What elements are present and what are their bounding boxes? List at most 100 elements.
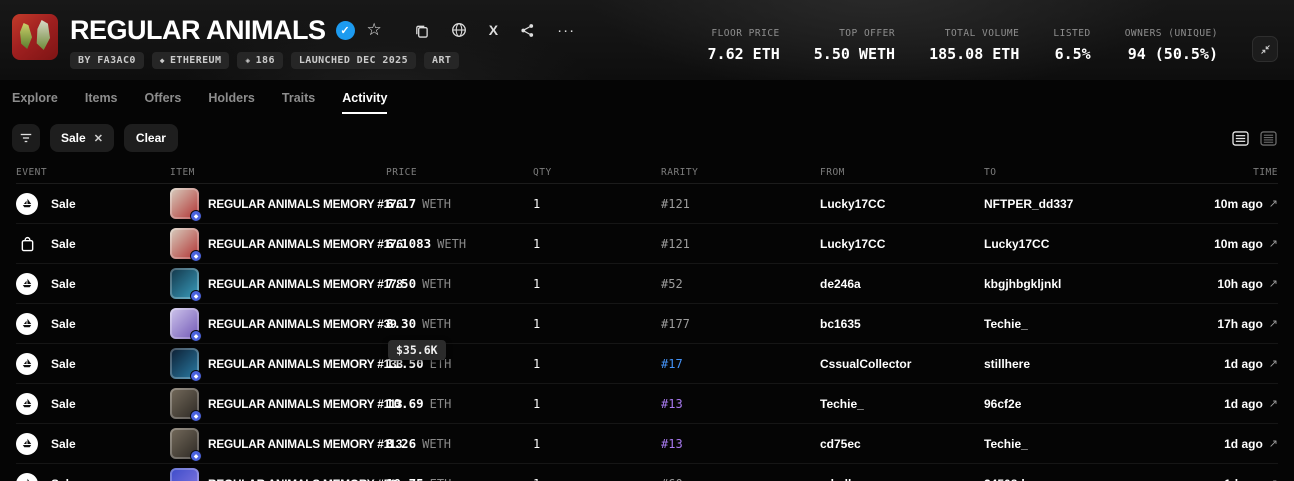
table-row[interactable]: Sale ◆ REGULAR ANIMALS MEMORY #39 8.30 W… [16, 304, 1278, 344]
quantity: 1 [533, 237, 661, 251]
rarity-rank[interactable]: #60 [661, 477, 820, 481]
item-cell[interactable]: ◆ REGULAR ANIMALS MEMORY #176 [170, 228, 386, 259]
time-cell[interactable]: 1d ago ↗ [1184, 437, 1278, 451]
item-cell[interactable]: ◆ REGULAR ANIMALS MEMORY #39 [170, 308, 386, 339]
watchlist-star-icon[interactable]: ☆ [367, 20, 382, 40]
item-name[interactable]: REGULAR ANIMALS MEMORY #133 [208, 357, 403, 371]
table-row[interactable]: Sale ◆ REGULAR ANIMALS MEMORY #176 6.17 … [16, 184, 1278, 224]
share-icon[interactable] [520, 23, 535, 38]
stat-top-offer: TOP OFFER 5.50 WETH [814, 28, 895, 63]
table-row[interactable]: Sale ◆ REGULAR ANIMALS MEMORY #178 7.50 … [16, 264, 1278, 304]
item-cell[interactable]: ◆ REGULAR ANIMALS MEMORY #113 [170, 388, 386, 419]
eth-chain-badge-icon: ◆ [190, 450, 202, 462]
time-cell[interactable]: 10h ago ↗ [1184, 277, 1278, 291]
to-address[interactable]: kbgjhbgkljnkl [984, 277, 1184, 291]
remove-filter-icon[interactable]: ✕ [94, 132, 103, 145]
to-address[interactable]: Techie_ [984, 437, 1184, 451]
col-header-qty: QTY [533, 167, 661, 178]
time-cell[interactable]: 17h ago ↗ [1184, 317, 1278, 331]
eth-chain-badge-icon: ◆ [190, 330, 202, 342]
tab-items[interactable]: Items [85, 82, 118, 114]
from-address[interactable]: Techie_ [820, 397, 984, 411]
tab-holders[interactable]: Holders [208, 82, 255, 114]
item-thumbnail: ◆ [170, 228, 199, 259]
time-cell[interactable]: 1d ago ↗ [1184, 477, 1278, 481]
item-name[interactable]: REGULAR ANIMALS MEMORY #50 [208, 477, 396, 481]
category-badge[interactable]: ART [424, 52, 459, 69]
compact-view-icon[interactable] [1258, 128, 1278, 148]
website-globe-icon[interactable] [451, 22, 467, 38]
chain-badge[interactable]: ◆ETHEREUM [152, 52, 230, 69]
list-view-icon[interactable] [1230, 128, 1250, 148]
time-cell[interactable]: 10m ago ↗ [1184, 237, 1278, 251]
event-label: Sale [51, 237, 76, 251]
time-cell[interactable]: 1d ago ↗ [1184, 357, 1278, 371]
item-cell[interactable]: ◆ REGULAR ANIMALS MEMORY #113 [170, 428, 386, 459]
tab-offers[interactable]: Offers [145, 82, 182, 114]
collapse-header-button[interactable] [1252, 36, 1278, 62]
item-name[interactable]: REGULAR ANIMALS MEMORY #39 [208, 317, 396, 331]
item-name[interactable]: REGULAR ANIMALS MEMORY #176 [208, 197, 403, 211]
stat-total-volume: TOTAL VOLUME 185.08 ETH [929, 28, 1019, 63]
to-address[interactable]: 24508d [984, 477, 1184, 481]
item-name[interactable]: REGULAR ANIMALS MEMORY #178 [208, 277, 403, 291]
table-row[interactable]: Sale ◆ REGULAR ANIMALS MEMORY #113 10.69… [16, 384, 1278, 424]
to-address[interactable]: Techie_ [984, 317, 1184, 331]
from-address[interactable]: mledlmn [820, 477, 984, 481]
rarity-rank[interactable]: #121 [661, 197, 820, 211]
table-row[interactable]: Sale ◆ REGULAR ANIMALS MEMORY #133 11.50… [16, 344, 1278, 384]
from-address[interactable]: cd75ec [820, 437, 984, 451]
tab-activity[interactable]: Activity [342, 82, 387, 114]
to-address[interactable]: NFTPER_dd337 [984, 197, 1184, 211]
item-cell[interactable]: ◆ REGULAR ANIMALS MEMORY #133 [170, 348, 386, 379]
item-thumbnail: ◆ [170, 428, 199, 459]
from-address[interactable]: Lucky17CC [820, 197, 984, 211]
from-address[interactable]: CssualCollector [820, 357, 984, 371]
table-row[interactable]: Sale ◆ REGULAR ANIMALS MEMORY #176 6.108… [16, 224, 1278, 264]
rarity-rank[interactable]: #17 [661, 357, 820, 371]
copy-icon[interactable] [414, 23, 429, 38]
item-cell[interactable]: ◆ REGULAR ANIMALS MEMORY #50 [170, 468, 386, 481]
price-value: 7.50 [386, 276, 416, 291]
filter-chip-sale[interactable]: Sale ✕ [50, 124, 114, 152]
rarity-rank[interactable]: #177 [661, 317, 820, 331]
item-cell[interactable]: ◆ REGULAR ANIMALS MEMORY #178 [170, 268, 386, 299]
table-row[interactable]: Sale ◆ REGULAR ANIMALS MEMORY #50 10.75 … [16, 464, 1278, 481]
item-thumbnail: ◆ [170, 188, 199, 219]
collection-avatar[interactable] [12, 14, 58, 60]
opensea-sale-icon [16, 273, 38, 295]
rarity-rank[interactable]: #121 [661, 237, 820, 251]
external-link-icon: ↗ [1269, 277, 1278, 290]
rarity-rank[interactable]: #13 [661, 437, 820, 451]
time-cell[interactable]: 1d ago ↗ [1184, 397, 1278, 411]
creator-badge[interactable]: BY FA3AC0 [70, 52, 144, 69]
time-ago: 1d ago [1224, 437, 1263, 451]
more-options-icon[interactable]: ··· [557, 22, 575, 39]
to-address[interactable]: 96cf2e [984, 397, 1184, 411]
item-name[interactable]: REGULAR ANIMALS MEMORY #113 [208, 397, 402, 411]
item-thumbnail: ◆ [170, 348, 199, 379]
price-cell: 10.69 ETH [386, 396, 533, 411]
event-label: Sale [51, 197, 76, 211]
price-currency: WETH [422, 197, 451, 211]
tab-traits[interactable]: Traits [282, 82, 315, 114]
rarity-rank[interactable]: #13 [661, 397, 820, 411]
filter-icon[interactable] [12, 124, 40, 152]
to-address[interactable]: Lucky17CC [984, 237, 1184, 251]
item-cell[interactable]: ◆ REGULAR ANIMALS MEMORY #176 [170, 188, 386, 219]
from-address[interactable]: bc1635 [820, 317, 984, 331]
clear-filters-button[interactable]: Clear [124, 124, 178, 152]
time-cell[interactable]: 10m ago ↗ [1184, 197, 1278, 211]
to-address[interactable]: stillhere [984, 357, 1184, 371]
from-address[interactable]: Lucky17CC [820, 237, 984, 251]
supply-badge[interactable]: ◈186 [237, 52, 282, 69]
item-name[interactable]: REGULAR ANIMALS MEMORY #113 [208, 437, 402, 451]
from-address[interactable]: de246a [820, 277, 984, 291]
x-twitter-icon[interactable]: X [489, 22, 498, 38]
collection-tabs: Explore Items Offers Holders Traits Acti… [0, 82, 1294, 114]
item-name[interactable]: REGULAR ANIMALS MEMORY #176 [208, 237, 403, 251]
rarity-rank[interactable]: #52 [661, 277, 820, 291]
launched-badge: LAUNCHED DEC 2025 [291, 52, 416, 69]
table-row[interactable]: Sale ◆ REGULAR ANIMALS MEMORY #113 8.26 … [16, 424, 1278, 464]
tab-explore[interactable]: Explore [12, 82, 58, 114]
